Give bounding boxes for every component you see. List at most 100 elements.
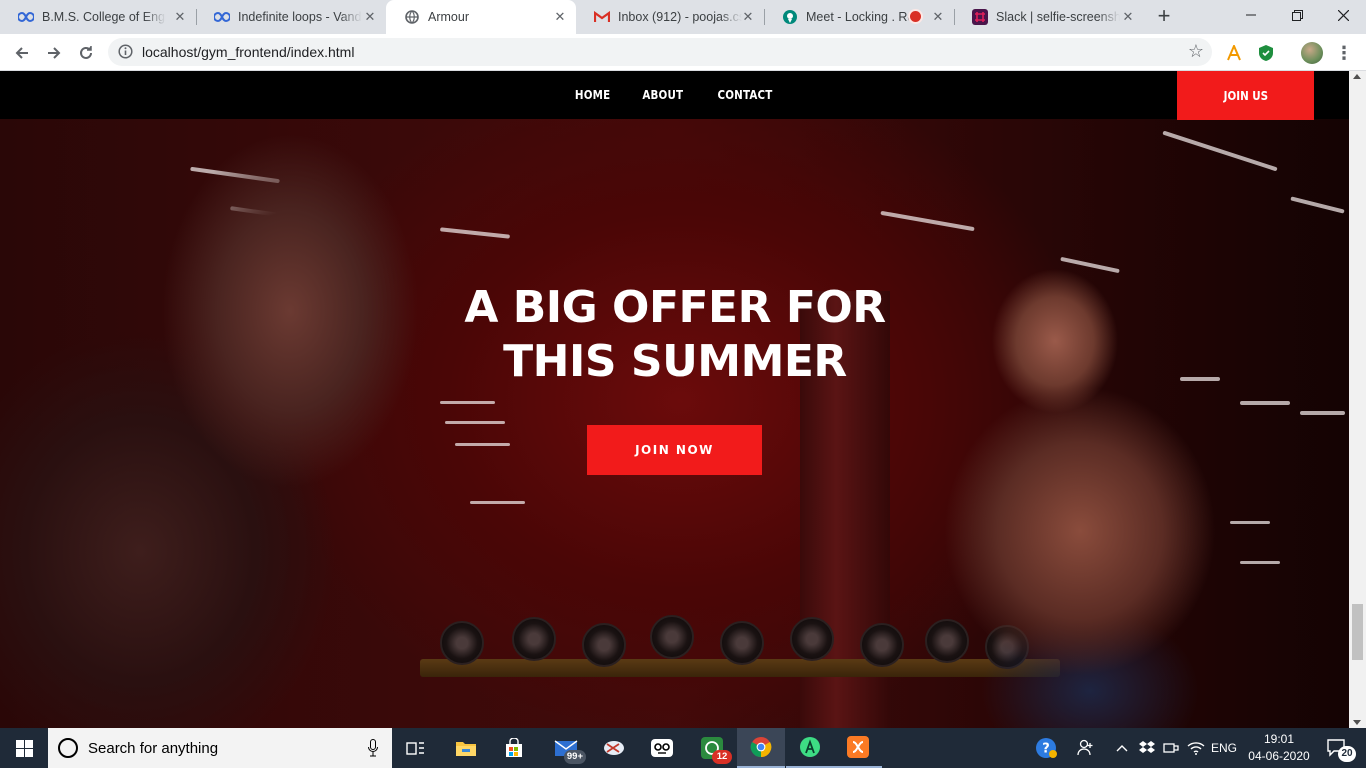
back-button[interactable] [8, 39, 36, 67]
new-tab-button[interactable]: + [1152, 5, 1176, 29]
dumbbell [650, 615, 694, 659]
whatsapp-app[interactable]: 12 [688, 728, 736, 768]
usb-tray-icon[interactable] [1160, 728, 1182, 768]
info-icon[interactable] [118, 44, 133, 64]
profile-avatar[interactable] [1301, 42, 1323, 64]
athlete-left-silhouette [0, 131, 480, 728]
athlete-right-silhouette [920, 231, 1250, 728]
join-us-button[interactable]: JOIN US [1177, 71, 1314, 120]
ceiling-light [1300, 411, 1345, 415]
xampp-app[interactable] [834, 728, 882, 768]
scrollbar-thumb[interactable] [1352, 604, 1363, 660]
safely-remove-hardware-icon [1163, 743, 1179, 753]
help-tray-icon[interactable]: ? [1032, 728, 1060, 768]
task-view-button[interactable] [392, 728, 440, 768]
task-view-icon [406, 742, 424, 755]
tab-title: Indefinite loops - Vande [238, 10, 362, 24]
snipping-tool-icon [604, 741, 624, 755]
chrome-app[interactable] [737, 728, 785, 768]
site-navbar: HOME ABOUT CONTACT JOIN US [0, 71, 1349, 120]
tab-title: Armour [428, 10, 469, 24]
tab-meet[interactable]: Meet - Locking . Re ✕ [764, 0, 954, 34]
folder-icon [456, 742, 476, 756]
forward-button[interactable] [40, 39, 68, 67]
hero-background [0, 71, 1349, 728]
reload-button[interactable] [72, 39, 100, 67]
nav-link-home[interactable]: HOME [575, 88, 610, 102]
store-bag-icon [506, 738, 522, 757]
ceiling-light [880, 210, 975, 232]
page-scrollbar[interactable] [1349, 71, 1366, 728]
action-center-button[interactable]: 20 [1318, 728, 1358, 768]
people-tray-icon[interactable] [1072, 728, 1100, 768]
tab-armour[interactable]: Armour ✕ [386, 0, 576, 34]
browser-toolbar: localhost/gym_frontend/index.html ☆ ⋮ [0, 34, 1366, 71]
join-us-label: JOIN US [1223, 88, 1268, 103]
xampp-icon [847, 736, 869, 758]
scroll-up-arrow[interactable] [1353, 74, 1361, 79]
tab-slack[interactable]: Slack | selfie-screenshot ✕ [954, 0, 1144, 34]
mail-app[interactable]: 99+ [542, 728, 590, 768]
infinity-icon [18, 9, 34, 25]
nav-links: HOME ABOUT CONTACT [0, 71, 1349, 119]
url-text[interactable]: localhost/gym_frontend/index.html [142, 44, 354, 60]
nav-link-about[interactable]: ABOUT [643, 88, 684, 102]
slack-icon [972, 9, 988, 25]
windows-logo-icon [15, 739, 33, 757]
close-icon[interactable]: ✕ [172, 9, 188, 25]
tab-title: Slack | selfie-screenshot [996, 10, 1120, 24]
dropbox-icon [1139, 741, 1155, 753]
snip-app[interactable] [590, 728, 638, 768]
hero-headline-line1: A BIG OFFER FOR [464, 282, 886, 333]
close-icon[interactable]: ✕ [930, 9, 946, 25]
clock-time: 19:01 [1263, 732, 1295, 746]
globe-icon [404, 9, 420, 25]
dropbox-tray-icon[interactable] [1136, 728, 1158, 768]
taskbar-search[interactable]: Search for anything [48, 728, 392, 768]
system-clock[interactable]: 19:01 04-06-2020 [1248, 731, 1310, 765]
extension-a-icon[interactable] [1224, 43, 1244, 63]
screenshot-app[interactable] [638, 728, 686, 768]
dumbbell [790, 617, 834, 661]
close-icon[interactable]: ✕ [362, 9, 378, 25]
microphone-icon[interactable] [368, 739, 378, 757]
language-indicator[interactable]: ENG [1208, 728, 1240, 768]
store-app[interactable] [490, 728, 538, 768]
nav-link-contact[interactable]: CONTACT [717, 88, 772, 102]
show-hidden-icons-button[interactable] [1112, 728, 1132, 768]
start-button[interactable] [0, 728, 48, 768]
file-explorer-app[interactable] [442, 728, 490, 768]
reload-icon [80, 46, 92, 59]
tab-title: Inbox (912) - poojas.cs1 [618, 10, 742, 24]
svg-text:?: ? [1042, 742, 1050, 757]
scroll-down-arrow[interactable] [1353, 720, 1361, 725]
help-icon: ? [1036, 738, 1057, 758]
restore-button[interactable] [1274, 0, 1320, 30]
close-icon[interactable]: ✕ [552, 9, 568, 25]
tab-gmail-inbox[interactable]: Inbox (912) - poojas.cs1 ✕ [576, 0, 764, 34]
minimize-button[interactable] [1228, 0, 1274, 30]
star-icon[interactable]: ☆ [1188, 41, 1204, 62]
tab-bms-college[interactable]: B.M.S. College of Engine ✕ [0, 0, 196, 34]
android-studio-icon [800, 737, 820, 757]
address-bar[interactable]: localhost/gym_frontend/index.html ☆ [108, 38, 1212, 66]
tab-indefinite-loops[interactable]: Indefinite loops - Vande ✕ [196, 0, 386, 34]
shield-extension-icon[interactable] [1256, 43, 1276, 63]
wifi-tray-icon[interactable] [1184, 728, 1208, 768]
search-placeholder: Search for anything [88, 740, 219, 757]
meet-icon [782, 9, 798, 25]
close-icon[interactable]: ✕ [1120, 9, 1136, 25]
clock-date: 04-06-2020 [1248, 749, 1310, 763]
mail-badge: 99+ [563, 750, 586, 764]
join-now-button[interactable]: JOIN NOW [587, 425, 762, 475]
browser-tab-strip: B.M.S. College of Engine ✕ Indefinite lo… [0, 0, 1366, 34]
ceiling-light [1162, 130, 1278, 172]
close-icon[interactable]: ✕ [740, 9, 756, 25]
people-icon [1077, 739, 1093, 756]
chrome-icon [750, 737, 772, 758]
close-window-button[interactable] [1320, 0, 1366, 30]
android-studio-app[interactable] [786, 728, 834, 768]
windows-taskbar: Search for anything 99+ 12 ? ENG 19:01 0… [0, 728, 1366, 768]
menu-icon[interactable]: ⋮ [1334, 42, 1354, 64]
gmail-icon [594, 9, 610, 25]
